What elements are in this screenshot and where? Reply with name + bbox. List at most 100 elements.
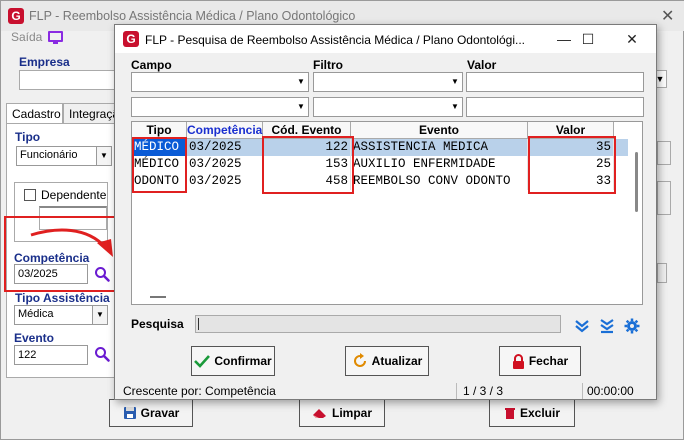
- excluir-button[interactable]: Excluir: [489, 399, 575, 427]
- save-icon: [123, 407, 136, 419]
- chevron-double-down-icon[interactable]: [574, 318, 590, 334]
- status-sort: Crescente por: Competência: [123, 384, 276, 398]
- evento-input[interactable]: 122: [14, 345, 88, 365]
- search-icon[interactable]: [94, 266, 110, 282]
- cell-tipo: ODONTO: [132, 173, 187, 190]
- status-count: 1 / 3 / 3: [463, 384, 504, 398]
- minimize-button[interactable]: —: [553, 29, 575, 49]
- status-separator: [582, 383, 583, 399]
- tipo-select[interactable]: Funcionário ▼: [16, 146, 112, 166]
- cell-cod-evento: 153: [263, 156, 351, 173]
- cell-competencia: 03/2025: [187, 173, 263, 190]
- filtro-select-1[interactable]: ▼: [313, 72, 463, 92]
- atualizar-button[interactable]: Atualizar: [345, 346, 429, 376]
- col-cod-evento[interactable]: Cód. Evento: [263, 122, 351, 139]
- main-window-title: FLP - Reembolso Assistência Médica / Pla…: [29, 9, 356, 23]
- monitor-icon[interactable]: [48, 31, 63, 44]
- cell-cod-evento: 458: [263, 173, 351, 190]
- table-row[interactable]: ODONTO 03/2025 458 REEMBOLSO CONV ODONTO…: [132, 173, 628, 190]
- chevron-down-icon: ▼: [92, 306, 107, 324]
- pesquisa-label: Pesquisa: [131, 317, 184, 331]
- dialog-title: FLP - Pesquisa de Reembolso Assistência …: [145, 33, 525, 47]
- side-control: [657, 263, 667, 283]
- chevron-double-down-bar-icon[interactable]: [599, 318, 615, 334]
- tipo-assistencia-value: Médica: [18, 308, 54, 320]
- cell-competencia: 03/2025: [187, 139, 263, 156]
- status-separator: [456, 383, 457, 399]
- chevron-down-icon: ▼: [297, 77, 305, 86]
- dependente-label: Dependente: [41, 188, 107, 202]
- search-icon[interactable]: [94, 346, 110, 362]
- col-competencia[interactable]: Competência: [187, 122, 263, 139]
- fechar-label: Fechar: [528, 354, 569, 368]
- cell-evento: REEMBOLSO CONV ODONTO: [351, 173, 528, 190]
- arrow-annotation-icon: [30, 228, 113, 257]
- maximize-button[interactable]: ☐: [577, 29, 599, 49]
- valor-label: Valor: [467, 58, 497, 72]
- excluir-label: Excluir: [519, 406, 561, 420]
- pesquisa-input[interactable]: [195, 315, 561, 333]
- cell-competencia: 03/2025: [187, 156, 263, 173]
- vertical-scrollbar[interactable]: [635, 152, 638, 212]
- eraser-icon: [312, 409, 326, 418]
- cell-cod-evento: 122: [263, 139, 351, 156]
- confirmar-button[interactable]: Confirmar: [191, 346, 275, 376]
- campo-label: Campo: [131, 58, 172, 72]
- tab-cadastro[interactable]: Cadastro: [6, 103, 63, 124]
- search-dialog: G FLP - Pesquisa de Reembolso Assistênci…: [114, 24, 657, 400]
- limpar-label: Limpar: [331, 406, 372, 420]
- status-time: 00:00:00: [587, 384, 634, 398]
- evento-label: Evento: [14, 331, 55, 345]
- close-button[interactable]: ✕: [621, 29, 643, 49]
- horizontal-scrollbar[interactable]: [150, 296, 166, 298]
- text-caret: [198, 318, 199, 330]
- gravar-label: Gravar: [140, 406, 180, 420]
- saida-label[interactable]: Saída: [11, 30, 42, 44]
- tipo-label: Tipo: [15, 130, 41, 144]
- results-grid[interactable]: Tipo Competência Cód. Evento Evento Valo…: [131, 121, 643, 305]
- chevron-down-icon: ▼: [451, 77, 459, 86]
- cell-valor: 35: [528, 139, 614, 156]
- col-tipo[interactable]: Tipo: [132, 122, 187, 139]
- tipo-assistencia-label: Tipo Assistência: [15, 291, 110, 305]
- app-logo-icon: G: [123, 31, 139, 47]
- chevron-down-icon: ▼: [297, 102, 305, 111]
- empresa-field[interactable]: [19, 70, 123, 90]
- cell-tipo: MÉDICO: [132, 139, 187, 156]
- confirmar-label: Confirmar: [214, 354, 272, 368]
- dependente-checkbox[interactable]: [24, 189, 36, 201]
- valor-input-1[interactable]: [466, 72, 644, 92]
- app-logo-icon: G: [8, 8, 24, 24]
- check-icon: [194, 355, 211, 368]
- col-valor[interactable]: Valor: [528, 122, 614, 139]
- trash-icon: [504, 408, 515, 419]
- chevron-down-icon: ▼: [96, 147, 111, 165]
- gravar-button[interactable]: Gravar: [109, 399, 193, 427]
- cell-tipo: MÉDICO: [132, 156, 187, 173]
- atualizar-label: Atualizar: [371, 354, 423, 368]
- empresa-label: Empresa: [19, 55, 70, 69]
- cell-valor: 33: [528, 173, 614, 190]
- lock-icon: [512, 353, 524, 369]
- campo-select-2[interactable]: ▼: [131, 97, 309, 117]
- tipo-select-value: Funcionário: [20, 149, 78, 161]
- fechar-button[interactable]: Fechar: [499, 346, 581, 376]
- refresh-icon: [353, 353, 366, 367]
- filtro-label: Filtro: [313, 58, 343, 72]
- table-row[interactable]: MÉDICO 03/2025 153 AUXILIO ENFERMIDADE 2…: [132, 156, 628, 173]
- valor-input-2[interactable]: [466, 97, 644, 117]
- col-evento[interactable]: Evento: [351, 122, 528, 139]
- side-control: [657, 181, 671, 215]
- campo-select-1[interactable]: ▼: [131, 72, 309, 92]
- side-control: [657, 141, 671, 165]
- table-row[interactable]: MÉDICO 03/2025 122 ASSISTENCIA MEDICA 35: [132, 139, 628, 156]
- filtro-select-2[interactable]: ▼: [313, 97, 463, 117]
- cell-valor: 25: [528, 156, 614, 173]
- dialog-title-bar: G FLP - Pesquisa de Reembolso Assistênci…: [115, 25, 656, 53]
- tipo-assistencia-select[interactable]: Médica ▼: [14, 305, 108, 325]
- limpar-button[interactable]: Limpar: [299, 399, 385, 427]
- gear-icon[interactable]: [624, 318, 640, 334]
- cell-evento: AUXILIO ENFERMIDADE: [351, 156, 528, 173]
- main-close-button[interactable]: ✕: [661, 6, 674, 26]
- competencia-input[interactable]: 03/2025: [14, 264, 88, 284]
